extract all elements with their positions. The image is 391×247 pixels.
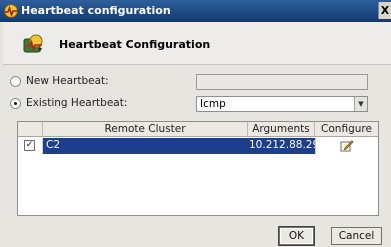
chevron-down-icon[interactable]: ▼ [354,97,367,111]
dialog-header: Heartbeat Configuration [3,22,391,65]
window-title: Heartbeat configuration [21,4,171,17]
existing-heartbeat-select[interactable]: Icmp ▼ [196,96,368,112]
column-header-configure[interactable]: Configure [315,122,378,137]
new-heartbeat-label: New Heartbeat: [26,75,109,87]
dialog-body: Heartbeat Configuration New Heartbeat: E… [0,22,391,247]
existing-heartbeat-label: Existing Heartbeat: [26,97,128,109]
column-header-arguments[interactable]: Arguments [248,122,315,137]
heartbeat-config-icon [23,34,43,53]
heartbeat-app-icon [4,4,18,18]
table-header: Remote Cluster Arguments Configure [18,122,378,137]
heartbeat-table: Remote Cluster Arguments Configure ✓ C2 … [17,121,379,216]
remote-cluster-cell[interactable]: C2 [43,138,248,154]
row-check-cell[interactable]: ✓ [18,138,43,154]
close-icon: X [380,4,390,17]
close-button[interactable]: X [378,2,391,19]
ok-button[interactable]: OK [279,227,314,245]
edit-icon[interactable] [340,139,354,152]
table-row[interactable]: ✓ C2 10.212.88.29 [18,138,378,154]
arguments-cell[interactable]: 10.212.88.29 [248,138,315,154]
column-header-remote-cluster[interactable]: Remote Cluster [43,122,248,137]
existing-heartbeat-value: Icmp [200,98,226,110]
row-checkbox[interactable]: ✓ [24,140,35,151]
new-heartbeat-input[interactable] [196,74,368,90]
existing-heartbeat-radio[interactable] [10,98,21,109]
column-header-check[interactable] [18,122,43,137]
new-heartbeat-radio[interactable] [10,76,21,87]
configure-cell[interactable] [315,138,378,154]
title-bar[interactable]: Heartbeat configuration X [0,0,391,22]
cancel-button[interactable]: Cancel [331,227,382,245]
dialog-heading: Heartbeat Configuration [59,38,211,51]
